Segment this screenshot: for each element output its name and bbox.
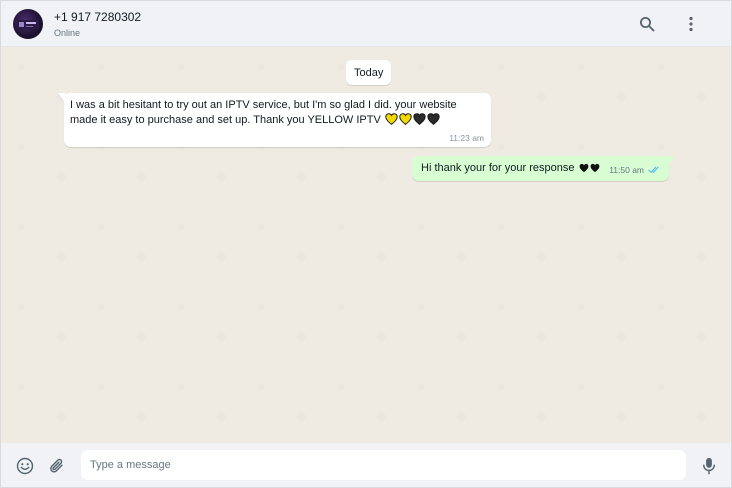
emoji-button[interactable] xyxy=(13,454,37,478)
avatar-image-line xyxy=(26,22,36,24)
message-content: I was a bit hesitant to try out an IPTV … xyxy=(70,98,482,128)
black-heart-icon xyxy=(413,113,426,125)
menu-icon xyxy=(689,16,693,32)
outgoing-message[interactable]: Hi thank your for your response 11:50 am xyxy=(412,156,675,181)
avatar-image-square xyxy=(19,22,24,27)
voice-message-button[interactable] xyxy=(697,454,721,478)
message-input[interactable] xyxy=(81,450,686,480)
message-time: 11:23 am xyxy=(449,133,484,143)
message-time: 11:50 am xyxy=(609,165,644,175)
incoming-message[interactable]: I was a bit hesitant to try out an IPTV … xyxy=(58,93,491,147)
message-text: Hi thank your for your response xyxy=(421,162,575,174)
yellow-heart-icon xyxy=(385,113,398,125)
composer-bar xyxy=(1,443,731,487)
black-heart-icon xyxy=(579,163,588,173)
black-heart-icon xyxy=(590,163,599,173)
avatar[interactable] xyxy=(13,9,43,39)
chat-window: +1 917 7280302 Online Today I was a bit … xyxy=(0,0,732,488)
menu-button[interactable] xyxy=(679,12,703,36)
bubble-tail xyxy=(58,93,66,103)
avatar-image-line-short xyxy=(26,26,33,27)
search-button[interactable] xyxy=(635,12,659,36)
search-icon xyxy=(640,17,655,32)
attach-icon xyxy=(50,458,63,473)
chat-header: +1 917 7280302 Online xyxy=(1,1,731,47)
mic-icon xyxy=(703,457,715,475)
contact-name[interactable]: +1 917 7280302 xyxy=(54,10,141,24)
emoji-icon xyxy=(16,457,34,475)
message-area[interactable]: Today I was a bit hesitant to try out an… xyxy=(1,47,731,443)
message-meta: 11:50 am xyxy=(609,165,661,175)
message-content: Hi thank your for your response xyxy=(421,161,600,176)
date-separator: Today xyxy=(346,60,392,85)
read-receipt-icon xyxy=(648,166,661,174)
attach-button[interactable] xyxy=(45,454,69,478)
black-heart-icon xyxy=(427,113,440,125)
bubble-tail xyxy=(667,156,675,166)
yellow-heart-icon xyxy=(399,113,412,125)
contact-status: Online xyxy=(54,28,81,38)
